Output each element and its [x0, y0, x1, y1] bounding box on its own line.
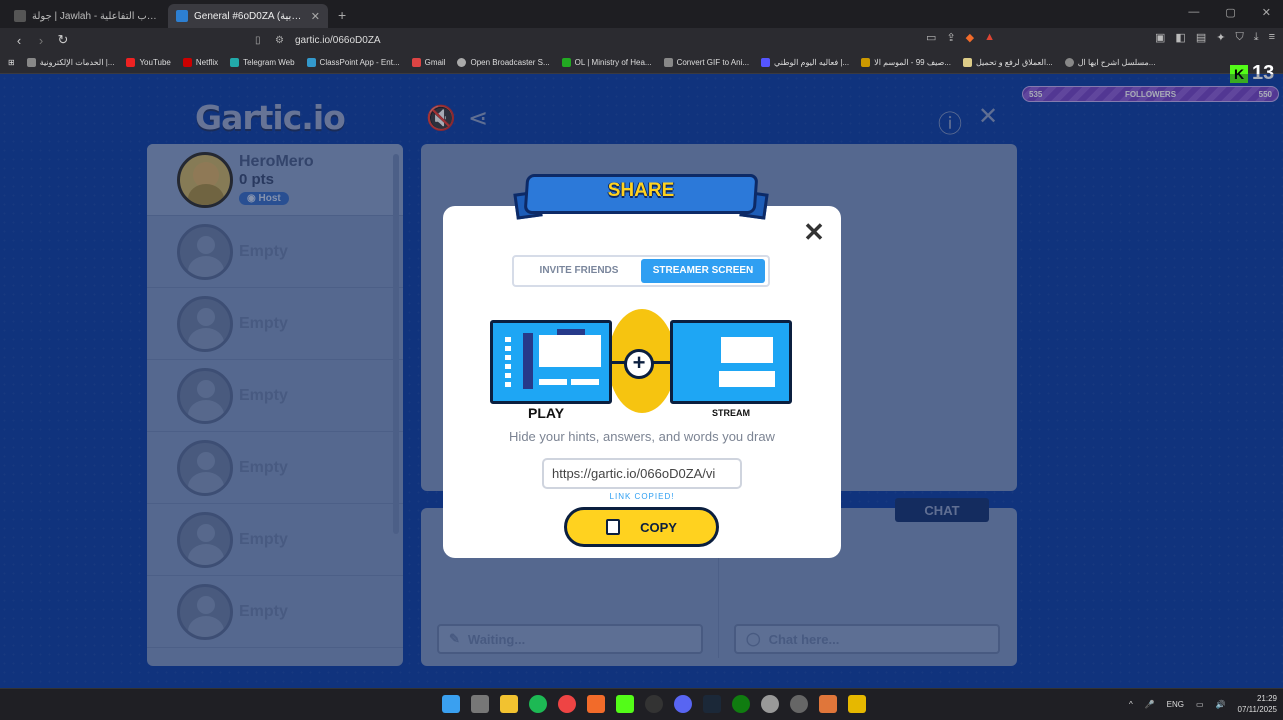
obs-icon[interactable]	[645, 695, 663, 713]
share-ribbon: SHARE	[513, 170, 769, 222]
tab-title: General #6oD0ZA (العربية) - Gartic	[194, 10, 305, 22]
kick-icon[interactable]	[616, 695, 634, 713]
bookmark-item[interactable]: Convert GIF to Ani...	[663, 58, 749, 67]
share-link-field[interactable]: https://gartic.io/066oD0ZA/vi	[542, 458, 742, 489]
recorder-icon[interactable]	[790, 695, 808, 713]
steam-icon[interactable]	[703, 695, 721, 713]
address-bar[interactable]: ▯ ⚙ gartic.io/066oD0ZA	[255, 31, 1000, 49]
download-icon[interactable]: ⤓	[1254, 31, 1259, 44]
bookmark-item[interactable]: صيف 99 - الموسم الا...	[861, 58, 951, 67]
bookmark-item[interactable]: YouTube	[126, 58, 171, 67]
bookmark-item[interactable]: العملاق لرفع و تحميل...	[962, 58, 1053, 67]
close-tab-icon[interactable]: ✕	[305, 10, 320, 23]
streamer-description: Hide your hints, answers, and words you …	[509, 429, 775, 444]
chrome-icon[interactable]	[558, 695, 576, 713]
cast-icon[interactable]: ▭	[926, 31, 936, 44]
bookmark-item[interactable]: Netflix	[182, 58, 218, 67]
url-text: gartic.io/066oD0ZA	[295, 34, 381, 46]
app-icon[interactable]	[819, 695, 837, 713]
gartic-favicon-icon	[176, 10, 188, 22]
sidebar-icon[interactable]: ◧	[1175, 31, 1185, 44]
copy-button[interactable]: COPY	[564, 507, 719, 547]
tab-invite-friends[interactable]: INVITE FRIENDS	[517, 259, 641, 283]
menu-icon[interactable]: ≡	[1269, 31, 1275, 44]
tab-streamer-screen[interactable]: STREAMER SCREEN	[641, 259, 765, 283]
bookmark-item[interactable]: مسلسل اشرح ايها ال...	[1064, 58, 1155, 67]
bookmark-page-icon[interactable]: ▯	[255, 35, 269, 46]
network-icon[interactable]: ▭	[1196, 700, 1204, 709]
bookmark-item[interactable]: ClassPoint App - Ent...	[306, 58, 400, 67]
screen: جولة | Jawlah - منصة الألعاب التفاعلية G…	[0, 0, 1283, 720]
leo-icon[interactable]: ✦	[1216, 31, 1225, 44]
task-view-icon[interactable]	[471, 695, 489, 713]
streamer-illustration: + PLAY STREAM	[490, 309, 793, 421]
copy-icon	[606, 519, 621, 535]
plus-icon: +	[624, 349, 654, 379]
site-info-icon[interactable]: ⚙	[275, 35, 289, 46]
bookmark-item[interactable]: Open Broadcaster S...	[457, 58, 550, 67]
tab-title: جولة | Jawlah - منصة الألعاب التفاعلية	[32, 10, 158, 22]
forward-icon[interactable]: ›	[30, 33, 52, 48]
back-icon[interactable]: ‹	[8, 33, 30, 48]
jawlah-favicon-icon	[14, 10, 26, 22]
language-indicator[interactable]: ENG	[1167, 700, 1184, 709]
stream-label: STREAM	[712, 408, 750, 418]
bookmarks-bar: ⊞ الخدمات الإلكترونية |... YouTube Netfl…	[0, 52, 1283, 74]
reader-icon[interactable]: ▣	[1155, 31, 1165, 44]
app-icon[interactable]	[848, 695, 866, 713]
new-tab-icon[interactable]: +	[338, 7, 346, 23]
clock[interactable]: 21:29 07/11/2025	[1238, 693, 1277, 715]
settings-icon[interactable]	[761, 695, 779, 713]
browser-tab-bar: جولة | Jawlah - منصة الألعاب التفاعلية G…	[0, 0, 1283, 28]
browser-tools: ▭ ⇪ ◆ ▲ ▣ ◧ ▤ ✦ ⛉ ⤓ ≡	[926, 31, 1275, 44]
minimize-icon[interactable]: —	[1188, 6, 1199, 19]
window-controls: — ▢ ✕	[1188, 6, 1271, 19]
spotify-icon[interactable]	[529, 695, 547, 713]
date: 07/11/2025	[1237, 705, 1277, 714]
play-label: PLAY	[528, 405, 565, 421]
bookmark-item[interactable]: Gmail	[411, 58, 445, 67]
wallet-icon[interactable]: ▤	[1196, 31, 1206, 44]
share-icon[interactable]: ⇪	[946, 31, 955, 44]
start-icon[interactable]	[442, 695, 460, 713]
maximize-icon[interactable]: ▢	[1225, 6, 1235, 19]
volume-icon[interactable]: 🔊	[1216, 700, 1226, 709]
xbox-icon[interactable]	[732, 695, 750, 713]
share-mode-switch: INVITE FRIENDS STREAMER SCREEN	[512, 255, 770, 287]
vpn-icon[interactable]: ⛉	[1235, 31, 1243, 44]
reload-icon[interactable]: ↻	[52, 32, 74, 48]
discord-icon[interactable]	[674, 695, 692, 713]
copy-label: COPY	[640, 519, 677, 535]
file-explorer-icon[interactable]	[500, 695, 518, 713]
bookmark-item[interactable]: الخدمات الإلكترونية |...	[26, 58, 114, 67]
close-modal-icon[interactable]: ✕	[803, 219, 825, 245]
rewards-icon[interactable]: ▲	[984, 31, 995, 44]
microphone-icon[interactable]: 🎤	[1145, 700, 1155, 709]
browser-tab-jawlah[interactable]: جولة | Jawlah - منصة الألعاب التفاعلية	[6, 4, 166, 28]
bookmark-item[interactable]: Telegram Web	[230, 58, 295, 67]
brave-shield-icon[interactable]: ◆	[966, 31, 974, 44]
windows-taskbar: ^ 🎤 ENG ▭ 🔊 21:29 07/11/2025	[0, 688, 1283, 720]
link-copied-status: LINK COPIED!	[609, 492, 675, 501]
apps-icon[interactable]: ⊞	[8, 58, 15, 67]
close-window-icon[interactable]: ✕	[1262, 6, 1271, 19]
brave-icon[interactable]	[587, 695, 605, 713]
time: 21:29	[1256, 694, 1277, 703]
browser-tab-gartic[interactable]: General #6oD0ZA (العربية) - Gartic ✕	[168, 4, 328, 28]
chevron-up-icon[interactable]: ^	[1129, 700, 1133, 709]
bookmark-item[interactable]: فعاليه اليوم الوطني |...	[761, 58, 849, 67]
play-screen-icon	[490, 320, 612, 404]
bookmark-item[interactable]: OL | Ministry of Hea...	[561, 58, 652, 67]
system-tray: ^ 🎤 ENG ▭ 🔊 21:29 07/11/2025	[1129, 693, 1277, 715]
share-title: SHARE	[607, 180, 675, 201]
stream-screen-icon	[670, 320, 792, 404]
